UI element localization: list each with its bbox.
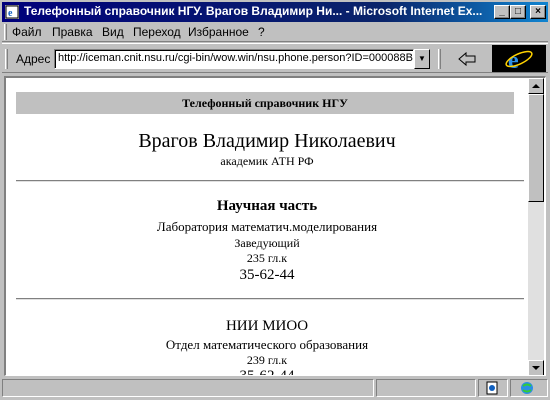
svg-text:e: e [8, 8, 13, 19]
window-title: Телефонный справочник НГУ. Врагов Владим… [24, 4, 483, 18]
menu-file[interactable]: Файл [12, 25, 42, 39]
entry-phone: 35-62-44 [239, 368, 295, 376]
browser-viewport: Телефонный справочник НГУ Врагов Владими… [4, 76, 546, 376]
scroll-down-button[interactable] [528, 360, 544, 375]
entry-org: НИИ МИОО [225, 318, 309, 334]
toolbar-grip[interactable] [4, 24, 7, 40]
entry-dept: Отдел математического образования [165, 337, 369, 352]
divider [16, 298, 524, 300]
menu-favorites[interactable]: Избранное [188, 25, 249, 39]
status-progress-pane [376, 379, 476, 397]
internet-zone-icon [521, 382, 533, 394]
address-label: Адрес [16, 52, 51, 66]
entry-phone: 35-62-44 [239, 267, 295, 283]
maximize-button[interactable]: □ [510, 5, 526, 19]
status-security-pane [478, 379, 508, 397]
person-title: академик АТН РФ [220, 154, 314, 168]
toolbar-grip[interactable] [5, 49, 8, 69]
address-dropdown-button[interactable]: ▼ [414, 49, 430, 69]
scrollbar-thumb[interactable] [528, 94, 544, 202]
address-bar: Адрес http://iceman.cnit.nsu.ru/cgi-bin/… [2, 43, 548, 73]
status-text-pane [2, 379, 374, 397]
entry-room: 235 гл.к [246, 251, 288, 265]
arrow-down-icon [532, 366, 540, 370]
ie-window-icon[interactable]: e [5, 5, 19, 19]
close-button[interactable]: × [530, 5, 546, 19]
page-header: Телефонный справочник НГУ [16, 92, 514, 114]
page-icon [486, 381, 498, 395]
toolbar-grip[interactable] [438, 49, 441, 69]
menu-bar: Файл Правка Вид Переход Избранное ? [2, 22, 548, 42]
page-content: Телефонный справочник НГУ Врагов Владими… [6, 78, 528, 376]
divider [16, 180, 524, 182]
back-arrow-icon[interactable] [457, 51, 477, 67]
entry-room: 239 гл.к [246, 353, 288, 367]
entry-dept: Лаборатория математич.моделирования [156, 219, 378, 234]
ie-logo-icon: e [492, 45, 546, 72]
menu-view[interactable]: Вид [102, 25, 124, 39]
status-bar [2, 378, 548, 398]
entry-org: Научная часть [216, 198, 318, 214]
entry-position: Заведующий [234, 236, 300, 250]
address-input[interactable]: http://iceman.cnit.nsu.ru/cgi-bin/wow.wi… [54, 49, 414, 69]
minimize-button[interactable]: _ [494, 5, 510, 19]
vertical-scrollbar[interactable] [528, 78, 544, 375]
svg-text:e: e [508, 48, 519, 72]
menu-go[interactable]: Переход [133, 25, 181, 39]
menu-help[interactable]: ? [258, 25, 265, 39]
person-name: Врагов Владимир Николаевич [138, 130, 396, 152]
title-bar[interactable]: e Телефонный справочник НГУ. Врагов Влад… [0, 0, 550, 22]
status-zone-pane [510, 379, 548, 397]
menu-edit[interactable]: Правка [52, 25, 93, 39]
arrow-up-icon [532, 84, 540, 88]
scroll-up-button[interactable] [528, 78, 544, 94]
